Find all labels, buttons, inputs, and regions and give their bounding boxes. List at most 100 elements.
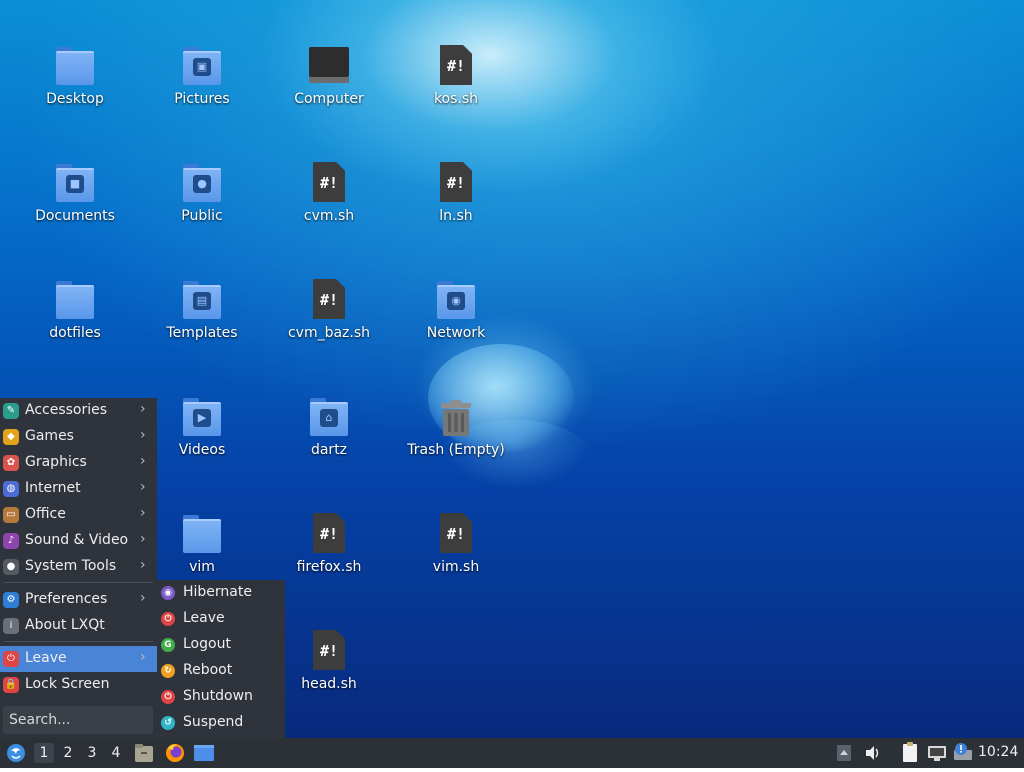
- update-notifier-button[interactable]: [953, 738, 973, 768]
- menu-item-sound-video[interactable]: ♪ Sound & Video ›: [0, 528, 157, 554]
- shell-script-icon: #!: [436, 45, 476, 85]
- volume-button[interactable]: [864, 738, 882, 768]
- chevron-right-icon: ›: [140, 590, 146, 606]
- workspace-3-button[interactable]: 3: [82, 743, 102, 763]
- desktop-icon-dartz[interactable]: ⌂ dartz: [274, 373, 384, 473]
- menu-separator: [4, 582, 153, 583]
- desktop-icon-label: Templates: [166, 325, 238, 341]
- script-glyph: #!: [446, 525, 466, 543]
- menu-item-games[interactable]: ◆ Games ›: [0, 424, 157, 450]
- menu-item-leave[interactable]: ⏻ Leave ›: [0, 646, 157, 672]
- desktop-icon-cvm-sh[interactable]: #! cvm.sh: [274, 139, 384, 239]
- file-manager-launcher[interactable]: [134, 738, 154, 768]
- menu-item-preferences[interactable]: ⚙ Preferences ›: [0, 587, 157, 613]
- firefox-launcher[interactable]: [165, 738, 185, 768]
- menu-item-label: Leave: [25, 650, 67, 666]
- desktop-icon-desktop[interactable]: Desktop: [20, 22, 130, 122]
- logout-icon: G: [161, 638, 175, 652]
- chevron-right-icon: ›: [140, 557, 146, 573]
- clock[interactable]: 10:24: [978, 744, 1018, 760]
- leave-option-suspend[interactable]: ↺ Suspend: [157, 710, 285, 736]
- menu-item-label: Preferences: [25, 591, 108, 607]
- menu-item-label: Accessories: [25, 402, 108, 418]
- menu-item-accessories[interactable]: ✎ Accessories ›: [0, 398, 157, 424]
- menu-search-box[interactable]: [3, 706, 153, 734]
- folder-icon: ●: [182, 162, 222, 202]
- desktop-icon-label: firefox.sh: [296, 559, 362, 575]
- power-icon: ⏻: [161, 612, 175, 626]
- desktop-icon-public[interactable]: ● Public: [147, 139, 257, 239]
- leave-option-hibernate[interactable]: ◉ Hibernate: [157, 580, 285, 606]
- leave-option-label: Logout: [183, 636, 231, 652]
- desktop-icon-label: dotfiles: [49, 325, 101, 341]
- briefcase-icon: ▭: [3, 507, 19, 523]
- desktop-icon-vim[interactable]: vim: [147, 490, 257, 590]
- folder-icon: [55, 45, 95, 85]
- menu-item-lock-screen[interactable]: 🔒 Lock Screen: [0, 672, 157, 698]
- desktop-icon-trash-empty[interactable]: Trash (Empty): [401, 373, 511, 473]
- lxqt-logo-icon: [7, 744, 25, 762]
- network-button[interactable]: [927, 738, 947, 768]
- menu-item-label: Sound & Video: [25, 532, 129, 548]
- leave-option-shutdown[interactable]: ⏻ Shutdown: [157, 684, 285, 710]
- folder-icon: ▣: [182, 45, 222, 85]
- menu-item-internet[interactable]: ◍ Internet ›: [0, 476, 157, 502]
- desktop-icon-label: Public: [181, 208, 223, 224]
- desktop-icon-dotfiles[interactable]: dotfiles: [20, 256, 130, 356]
- leave-option-logout[interactable]: G Logout: [157, 632, 285, 658]
- script-glyph: #!: [319, 525, 339, 543]
- reboot-icon: ↻: [161, 664, 175, 678]
- taskbar: 1234 10:24: [0, 738, 1024, 768]
- desktop-icon-cvm-baz-sh[interactable]: #! cvm_baz.sh: [274, 256, 384, 356]
- shell-script-icon: #!: [309, 513, 349, 553]
- chevron-right-icon: ›: [140, 401, 146, 417]
- folder-icon: ▤: [182, 279, 222, 319]
- desktop-icon-head-sh[interactable]: #! head.sh: [274, 607, 384, 707]
- internet-icon: ◍: [3, 481, 19, 497]
- desktop-icon-firefox-sh[interactable]: #! firefox.sh: [274, 490, 384, 590]
- multimedia-icon: ♪: [3, 533, 19, 549]
- desktop-icon-templates[interactable]: ▤ Templates: [147, 256, 257, 356]
- menu-item-graphics[interactable]: ✿ Graphics ›: [0, 450, 157, 476]
- computer-icon: [309, 45, 349, 85]
- desktop-icon-vim-sh[interactable]: #! vim.sh: [401, 490, 511, 590]
- desktop-icon-pictures[interactable]: ▣ Pictures: [147, 22, 257, 122]
- menu-search-input[interactable]: [3, 706, 153, 734]
- desktop-icon-label: head.sh: [301, 676, 357, 692]
- menu-item-label: System Tools: [25, 558, 117, 574]
- desktop-icon-kos-sh[interactable]: #! kos.sh: [401, 22, 511, 122]
- clipboard-icon: [903, 742, 917, 762]
- workspace-1-button[interactable]: 1: [34, 743, 54, 763]
- main-menu-button[interactable]: [4, 738, 28, 768]
- globe-icon: ◉: [447, 292, 465, 310]
- desktop-icon-ln-sh[interactable]: #! ln.sh: [401, 139, 511, 239]
- tray-expand-icon: [837, 745, 851, 761]
- workspace-4-button[interactable]: 4: [106, 743, 126, 763]
- leave-option-label: Hibernate: [183, 584, 252, 600]
- hibernate-icon: ◉: [161, 586, 175, 600]
- tray-expand-button[interactable]: [835, 738, 853, 768]
- folder-icon: [55, 279, 95, 319]
- menu-item-system-tools[interactable]: ● System Tools ›: [0, 554, 157, 580]
- clipboard-button[interactable]: [900, 738, 920, 768]
- desktop-icon-label: Documents: [35, 208, 115, 224]
- menu-item-about-lxqt[interactable]: i About LXQt: [0, 613, 157, 639]
- leave-submenu: ◉ Hibernate ⏻ Leave G Logout ↻ Reboot ⏻ Shutdown ↺…: [157, 580, 285, 738]
- menu-item-office[interactable]: ▭ Office ›: [0, 502, 157, 528]
- desktop-icon-computer[interactable]: Computer: [274, 22, 384, 122]
- chevron-right-icon: ›: [140, 453, 146, 469]
- menu-item-label: About LXQt: [25, 617, 105, 633]
- video-icon: ▶: [193, 409, 211, 427]
- system-tools-icon: ●: [3, 559, 19, 575]
- script-glyph: #!: [319, 291, 339, 309]
- desktop-icon-documents[interactable]: ■ Documents: [20, 139, 130, 239]
- leave-option-leave[interactable]: ⏻ Leave: [157, 606, 285, 632]
- desktop-icon-videos[interactable]: ▶ Videos: [147, 373, 257, 473]
- file-manager-icon: [135, 744, 153, 762]
- show-desktop-button[interactable]: [193, 738, 215, 768]
- desktop-icon-label: Network: [426, 325, 486, 341]
- desktop-icon-network[interactable]: ◉ Network: [401, 256, 511, 356]
- workspace-2-button[interactable]: 2: [58, 743, 78, 763]
- leave-option-label: Leave: [183, 610, 225, 626]
- leave-option-reboot[interactable]: ↻ Reboot: [157, 658, 285, 684]
